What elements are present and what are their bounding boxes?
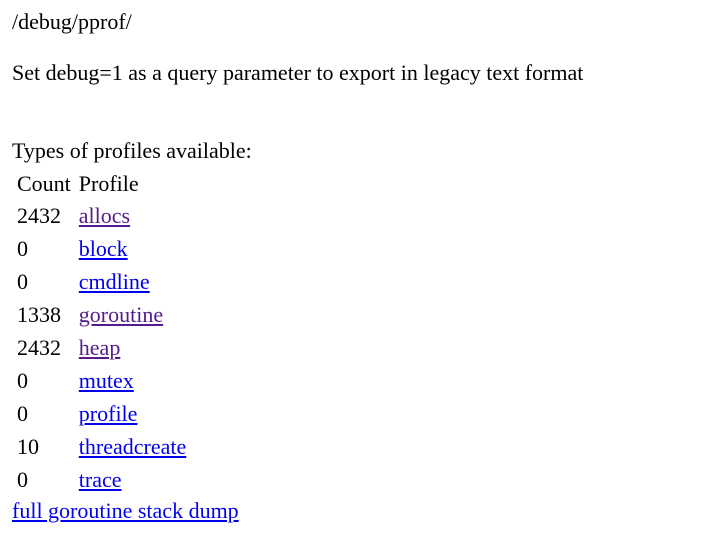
page-path: /debug/pprof/ [12, 9, 132, 34]
profile-link-goroutine[interactable]: goroutine [79, 302, 163, 327]
table-row: 0 cmdline [14, 266, 189, 297]
table-row: 1338 goroutine [14, 299, 189, 330]
profile-types-heading: Types of profiles available: [12, 138, 252, 163]
profile-link-profile[interactable]: profile [79, 401, 138, 426]
profile-link-trace[interactable]: trace [79, 467, 122, 492]
profile-count: 2432 [17, 202, 61, 228]
table-row: 10 threadcreate [14, 431, 189, 462]
profile-count: 0 [17, 235, 28, 261]
table-row: 2432 allocs [14, 200, 189, 231]
profile-link-cmdline[interactable]: cmdline [79, 269, 150, 294]
profile-link-threadcreate[interactable]: threadcreate [79, 434, 186, 459]
profile-count: 1338 [17, 301, 61, 327]
profile-count: 2432 [17, 334, 61, 360]
table-row: 0 profile [14, 398, 189, 429]
profile-link-block[interactable]: block [79, 236, 128, 261]
table-row: 0 mutex [14, 365, 189, 396]
profile-count: 0 [17, 466, 28, 492]
profile-link-heap[interactable]: heap [79, 335, 121, 360]
profile-link-allocs[interactable]: allocs [79, 203, 130, 228]
full-goroutine-dump-link[interactable]: full goroutine stack dump [12, 497, 239, 525]
profile-count: 0 [17, 268, 28, 294]
table-row: 0 trace [14, 464, 189, 495]
table-row: 0 block [14, 233, 189, 264]
legacy-format-hint: Set debug=1 as a query parameter to expo… [12, 60, 584, 85]
profile-count: 10 [17, 433, 39, 459]
profile-column-header: Profile [78, 170, 139, 196]
profile-count: 0 [17, 400, 28, 426]
profile-count: 0 [17, 367, 28, 393]
count-column-header: Count [17, 170, 71, 196]
profiles-table: Count Profile 2432 allocs 0 block 0 cmdl… [12, 167, 191, 497]
profile-link-mutex[interactable]: mutex [79, 368, 134, 393]
table-row: 2432 heap [14, 332, 189, 363]
table-header-row: Count Profile [14, 169, 189, 198]
